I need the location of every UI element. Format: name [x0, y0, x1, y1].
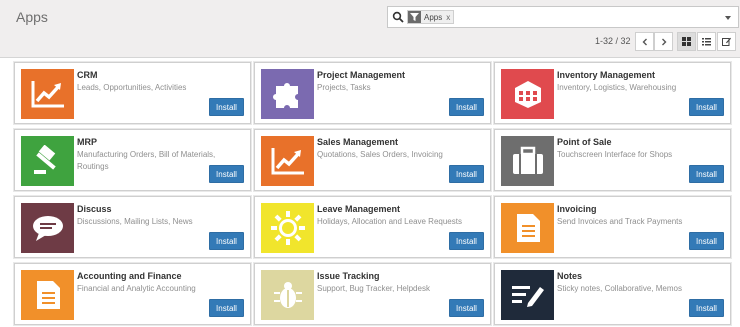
app-card[interactable]: CRM Leads, Opportunities, Activities Insta… [14, 62, 251, 124]
install-button[interactable]: Install [449, 232, 484, 250]
search-icon[interactable] [392, 11, 404, 23]
puzzle-icon [261, 69, 314, 119]
pager-value[interactable]: 1-32 / 32 [595, 36, 631, 46]
form-view-button[interactable] [717, 32, 736, 51]
document-icon [501, 203, 554, 253]
install-button[interactable]: Install [689, 165, 724, 183]
app-name: Project Management [317, 70, 406, 80]
app-name: Accounting and Finance [77, 271, 182, 281]
app-name: Notes [557, 271, 583, 281]
chevron-right-icon [661, 38, 666, 45]
app-card[interactable]: Leave Management Holidays, Allocation and… [254, 196, 491, 258]
app-summary: Send Invoices and Track Payments [557, 217, 683, 226]
app-name: Point of Sale [557, 137, 612, 147]
pager-next-button[interactable] [654, 32, 673, 51]
app-summary: Touchscreen Interface for Shops [557, 150, 673, 159]
briefcase-icon [501, 136, 554, 186]
install-button[interactable]: Install [449, 165, 484, 183]
app-summary: Sticky notes, Collaborative, Memos [557, 284, 682, 293]
sun-icon [261, 203, 314, 253]
bug-icon [261, 270, 314, 320]
install-button[interactable]: Install [209, 165, 244, 183]
app-card[interactable]: Notes Sticky notes, Collaborative, Memos I… [494, 263, 731, 325]
install-button[interactable]: Install [689, 299, 724, 317]
app-card[interactable]: Invoicing Send Invoices and Track Payment… [494, 196, 731, 258]
app-summary: Inventory, Logistics, Warehousing [557, 83, 677, 92]
search-facet: Apps x [407, 10, 455, 24]
app-name: CRM [77, 70, 98, 80]
chevron-left-icon [642, 38, 647, 45]
install-button[interactable]: Install [209, 98, 244, 116]
app-name: Invoicing [557, 204, 597, 214]
pencil-notes-icon [501, 270, 554, 320]
app-card[interactable]: Sales Management Quotations, Sales Orders… [254, 129, 491, 191]
pager-previous-button[interactable] [635, 32, 654, 51]
app-card[interactable]: Accounting and Finance Financial and Anal… [14, 263, 251, 325]
gavel-icon [21, 136, 74, 186]
app-summary: Projects, Tasks [317, 83, 371, 92]
document-icon [21, 270, 74, 320]
search-dropdown-icon[interactable] [725, 16, 731, 20]
app-name: Issue Tracking [317, 271, 380, 281]
app-summary: Financial and Analytic Accounting [77, 284, 196, 293]
app-name: Leave Management [317, 204, 401, 214]
install-button[interactable]: Install [689, 98, 724, 116]
install-button[interactable]: Install [449, 299, 484, 317]
app-card[interactable]: Point of Sale Touchscreen Interface for S… [494, 129, 731, 191]
chart-line-up-icon [21, 69, 74, 119]
facet-remove-icon[interactable]: x [446, 13, 450, 22]
app-card[interactable]: Inventory Management Inventory, Logistics… [494, 62, 731, 124]
control-panel: Apps Apps x 1-32 / 32 [0, 0, 740, 58]
app-name: MRP [77, 137, 97, 147]
app-card[interactable]: Discuss Discussions, Mailing Lists, News I… [14, 196, 251, 258]
facet-label: Apps [424, 12, 443, 22]
app-summary: Support, Bug Tracker, Helpdesk [317, 284, 430, 293]
list-icon [702, 38, 711, 46]
install-button[interactable]: Install [209, 232, 244, 250]
install-button[interactable]: Install [209, 299, 244, 317]
search-bar[interactable]: Apps x [387, 6, 739, 28]
install-button[interactable]: Install [689, 232, 724, 250]
app-name: Inventory Management [557, 70, 656, 80]
cube-icon [501, 69, 554, 119]
app-name: Sales Management [317, 137, 399, 147]
page-title: Apps [16, 9, 48, 25]
list-view-button[interactable] [697, 32, 716, 51]
chart-line-up-icon [261, 136, 314, 186]
app-summary: Quotations, Sales Orders, Invoicing [317, 150, 443, 159]
speech-bubble-icon [21, 203, 74, 253]
app-card[interactable]: Issue Tracking Support, Bug Tracker, Help… [254, 263, 491, 325]
app-summary: Holidays, Allocation and Leave Requests [317, 217, 462, 226]
app-card[interactable]: MRP Manufacturing Orders, Bill of Materia… [14, 129, 251, 191]
edit-icon [722, 37, 731, 46]
app-summary: Discussions, Mailing Lists, News [77, 217, 193, 226]
kanban-icon [682, 37, 691, 46]
filter-icon [408, 11, 421, 23]
install-button[interactable]: Install [449, 98, 484, 116]
app-card[interactable]: Project Management Projects, Tasks Install [254, 62, 491, 124]
app-summary: Leads, Opportunities, Activities [77, 83, 187, 92]
kanban-view-button[interactable] [677, 32, 696, 51]
app-name: Discuss [77, 204, 112, 214]
